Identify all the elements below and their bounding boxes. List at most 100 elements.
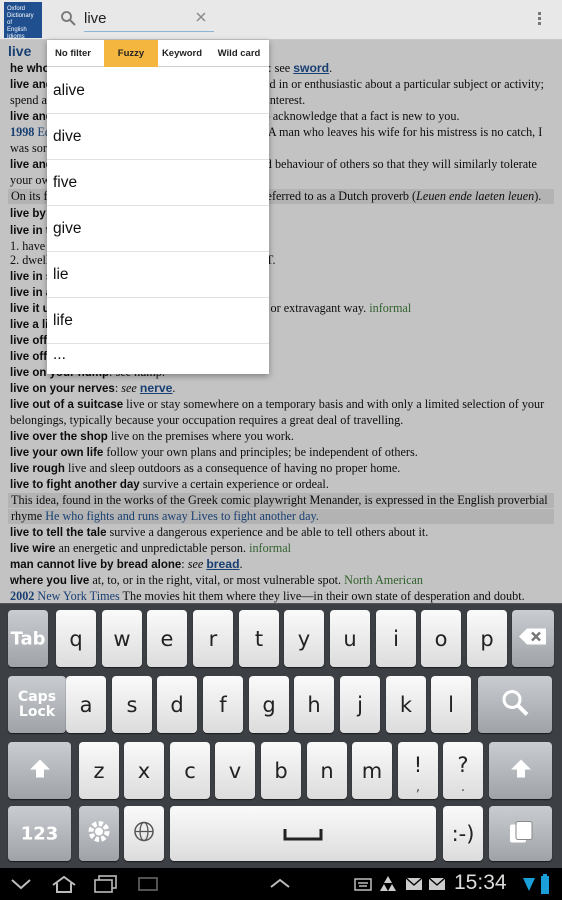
key-f[interactable]: f xyxy=(203,676,243,733)
key-settings[interactable] xyxy=(79,806,119,861)
space-icon xyxy=(170,822,436,846)
key-d[interactable]: d xyxy=(157,676,197,733)
key-label: b xyxy=(274,758,288,783)
screenshot-icon[interactable] xyxy=(137,876,159,892)
key-label: z xyxy=(93,758,105,783)
globe-icon xyxy=(124,820,164,847)
gmail-icon xyxy=(428,877,446,890)
key-clipboard[interactable] xyxy=(489,806,552,861)
key-label: i xyxy=(393,626,399,651)
key-y[interactable]: y xyxy=(284,610,324,667)
suggestion-item[interactable]: alive xyxy=(47,68,269,114)
key-label: r xyxy=(208,626,218,651)
key-label: l xyxy=(448,692,454,717)
key-i[interactable]: i xyxy=(376,610,416,667)
app-logo-line: English Idioms xyxy=(7,27,27,40)
keyboard-notification-icon xyxy=(354,878,372,891)
key-label: q xyxy=(69,626,83,651)
key-s[interactable]: s xyxy=(112,676,152,733)
key-o[interactable]: o xyxy=(421,610,461,667)
key-label: ! xyxy=(413,752,423,777)
suggestion-item[interactable]: give xyxy=(47,206,269,252)
key-label: f xyxy=(219,692,227,717)
key-label: m xyxy=(361,758,383,783)
key-x[interactable]: x xyxy=(124,742,164,799)
key-label: d xyxy=(170,692,184,717)
key-g[interactable]: g xyxy=(249,676,289,733)
key-label: t xyxy=(254,626,264,651)
recycle-icon xyxy=(380,876,396,891)
key-z[interactable]: z xyxy=(79,742,119,799)
overflow-menu-icon[interactable] xyxy=(534,10,544,30)
recent-apps-icon[interactable] xyxy=(94,875,118,893)
key-a[interactable]: a xyxy=(66,676,106,733)
suggestion-item[interactable]: life xyxy=(47,298,269,344)
key-u[interactable]: u xyxy=(330,610,370,667)
key-label: x xyxy=(137,758,151,783)
battery-icon xyxy=(541,874,549,894)
suggestion-item[interactable]: five xyxy=(47,160,269,206)
backspace-icon xyxy=(512,626,554,651)
key-l[interactable]: l xyxy=(431,676,471,733)
key-symbols[interactable]: 123 xyxy=(8,806,71,861)
key-exclam[interactable]: !, xyxy=(398,742,438,799)
shift-icon xyxy=(489,757,552,784)
app-logo-line: Dictionary of xyxy=(7,13,34,26)
key-r[interactable]: r xyxy=(193,610,233,667)
key-label: v xyxy=(228,758,242,783)
system-bar: 15:34 xyxy=(0,868,562,900)
key-v[interactable]: v xyxy=(215,742,255,799)
key-t[interactable]: t xyxy=(239,610,279,667)
gear-icon xyxy=(79,818,119,849)
key-label: o xyxy=(434,626,448,651)
filter-tab-keyword[interactable]: Keyword xyxy=(159,40,205,67)
key-language[interactable] xyxy=(124,806,164,861)
key-label: j xyxy=(357,692,363,717)
wifi-icon xyxy=(523,878,535,891)
key-label: p xyxy=(480,626,494,651)
suggestion-item[interactable]: lie xyxy=(47,252,269,298)
key-shift-left[interactable] xyxy=(8,742,71,799)
expand-up-icon[interactable] xyxy=(268,877,292,889)
search-input[interactable] xyxy=(84,6,214,32)
key-n[interactable]: n xyxy=(307,742,347,799)
key-space[interactable] xyxy=(170,806,436,861)
mail-icon xyxy=(405,877,423,890)
key-w[interactable]: w xyxy=(102,610,142,667)
shift-icon xyxy=(8,757,71,784)
back-icon[interactable] xyxy=(10,877,32,891)
key-e[interactable]: e xyxy=(147,610,187,667)
key-label: u xyxy=(343,626,357,651)
key-backspace[interactable] xyxy=(512,610,554,667)
key-m[interactable]: m xyxy=(352,742,392,799)
filter-tab-wild-card[interactable]: Wild card xyxy=(213,40,265,67)
key-label: Tab xyxy=(10,628,46,649)
key-c[interactable]: c xyxy=(170,742,210,799)
suggestion-item[interactable]: dive xyxy=(47,114,269,160)
app-logo[interactable]: Oxford Dictionary of English Idioms xyxy=(4,2,42,40)
key-question[interactable]: ?. xyxy=(443,742,483,799)
key-p[interactable]: p xyxy=(467,610,507,667)
key-tab[interactable]: Tab xyxy=(8,610,48,667)
home-icon[interactable] xyxy=(50,874,78,894)
status-clock: 15:34 xyxy=(454,871,507,894)
suggestion-popup: No filter Fuzzy Keyword Wild card alive … xyxy=(47,40,269,374)
action-bar: Oxford Dictionary of English Idioms xyxy=(0,0,562,40)
key-j[interactable]: j xyxy=(340,676,380,733)
key-h[interactable]: h xyxy=(294,676,334,733)
clear-icon[interactable] xyxy=(196,12,206,22)
key-q[interactable]: q xyxy=(56,610,96,667)
filter-tab-fuzzy[interactable]: Fuzzy xyxy=(104,40,158,67)
key-smiley[interactable]: :-) xyxy=(443,806,483,861)
filter-tab-no-filter[interactable]: No filter xyxy=(47,40,99,67)
suggestion-more[interactable]: ... xyxy=(47,344,269,374)
key-label: h xyxy=(307,692,321,717)
key-label: ? xyxy=(457,752,469,777)
soft-keyboard: Tab q w e r t y u i o p Caps Lock a s d f g h j k l z x c v b n m!,… xyxy=(0,603,562,868)
key-sub-label: . xyxy=(460,779,466,795)
key-shift-right[interactable] xyxy=(489,742,552,799)
key-capslock[interactable]: Caps Lock xyxy=(8,676,66,733)
key-search[interactable] xyxy=(478,676,552,733)
key-b[interactable]: b xyxy=(261,742,301,799)
key-k[interactable]: k xyxy=(386,676,426,733)
